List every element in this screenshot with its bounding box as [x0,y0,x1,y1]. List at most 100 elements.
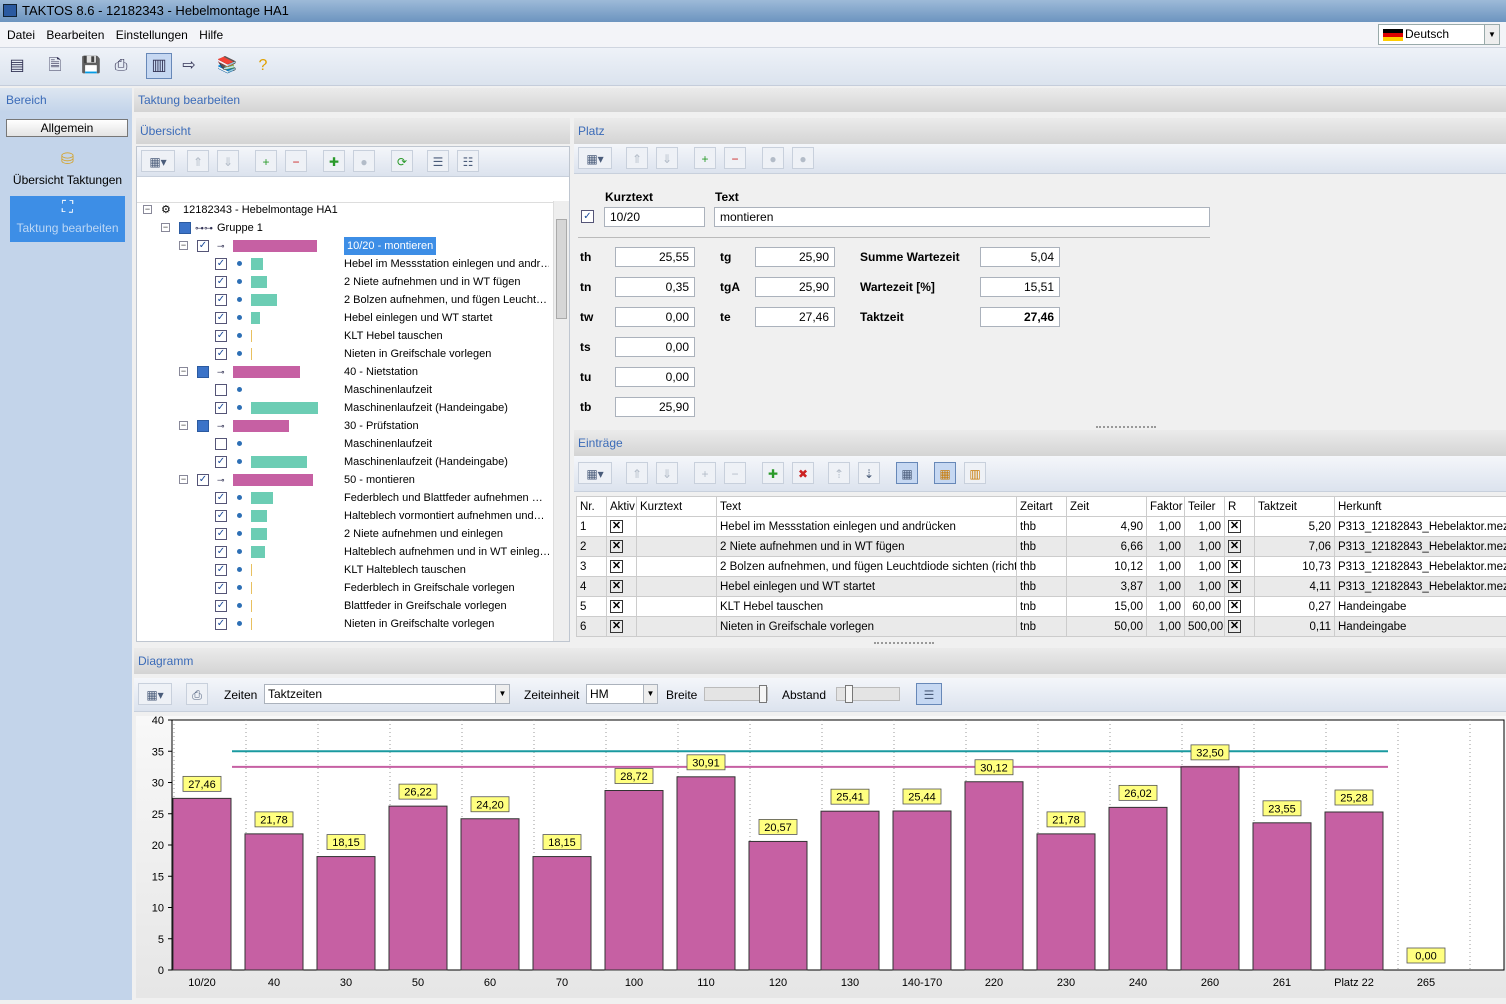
collapse-icon[interactable]: − [179,241,188,250]
row-checkbox[interactable]: ✓ [215,564,227,576]
table-cell[interactable]: 15,00 [1066,596,1147,617]
disabled-icon[interactable]: ● [762,147,784,169]
move-down-icon[interactable]: ⇓ [656,462,678,484]
cell-checkbox[interactable]: ✕ [610,560,623,573]
move-up-icon[interactable]: ⇑ [626,462,648,484]
tree-step-row[interactable]: ✓ Blattfeder in Greifschale vorlegen [137,597,553,615]
table-cell[interactable]: thb [1016,516,1067,537]
table-cell[interactable]: 5 [576,596,607,617]
row-checkbox[interactable]: ✓ [215,600,227,612]
collapse-all-icon[interactable]: ☷ [457,150,479,172]
table-cell[interactable]: 1,00 [1146,596,1185,617]
table-row[interactable]: 6 ✕ Nieten in Greifschale vorlegen tnb 50,00… [576,616,1506,637]
slider-thumb[interactable] [759,685,767,703]
books-icon[interactable]: 📚 [214,53,240,79]
tree-step-row[interactable]: ✓ 2 Bolzen aufnehmen, und fügen Leucht… [137,291,553,309]
sort-down-icon[interactable]: ⇣ [858,462,880,484]
add-station-icon[interactable]: ✚ [323,150,345,172]
kurztext-field[interactable]: 10/20 [604,207,705,227]
table-cell[interactable]: 1 [576,516,607,537]
move-up-icon[interactable]: ⇑ [626,147,648,169]
row-checkbox[interactable]: ✓ [215,330,227,342]
column-header[interactable]: Taktzeit [1254,496,1335,517]
nav-uebersicht-taktungen[interactable]: ⛁ Übersicht Taktungen [10,148,125,194]
column-header[interactable]: Kurztext [636,496,717,517]
column-header[interactable]: Text [716,496,1017,517]
cell-checkbox[interactable]: ✕ [610,580,623,593]
table-cell[interactable]: Nieten in Greifschale vorlegen [716,616,1017,637]
entries-table[interactable]: Nr. Aktiv Kurztext Text Zeitart Zeit Faktor Tei… [576,496,1506,637]
language-select[interactable]: Deutsch ▼ [1378,24,1500,45]
menu-bearbeiten[interactable]: Bearbeiten [42,22,108,48]
move-down-icon[interactable]: ⇓ [656,147,678,169]
add-disabled-icon[interactable]: + [694,462,716,484]
tree-step-row[interactable]: ✓ Nieten in Greifschale vorlegen [137,345,553,363]
table-cell[interactable]: 3,87 [1066,576,1147,597]
text-field[interactable]: montieren [714,207,1210,227]
tree-step-row[interactable]: Maschinenlaufzeit [137,381,553,399]
tree-step-row[interactable]: ✓ KLT Halteblech tauschen [137,561,553,579]
row-checkbox[interactable] [215,438,227,450]
time-value-field[interactable]: 0,35 [615,277,695,297]
row-checkbox[interactable]: ✓ [215,582,227,594]
row-checkbox[interactable]: ✓ [215,348,227,360]
time-value-field[interactable]: 27,46 [980,307,1060,327]
collapse-icon[interactable]: − [143,205,152,214]
table-cell[interactable]: 60,00 [1184,596,1225,617]
tree-step-row[interactable]: ✓ Federblech in Greifschale vorlegen [137,579,553,597]
row-checkbox[interactable]: ✓ [215,546,227,558]
cell-checkbox[interactable]: ✕ [610,600,623,613]
platz-active-checkbox[interactable]: ✓ [581,210,594,223]
time-value-field[interactable]: 0,00 [615,337,695,357]
row-checkbox[interactable]: ✓ [215,276,227,288]
table-cell[interactable]: 4,90 [1066,516,1147,537]
time-value-field[interactable]: 5,04 [980,247,1060,267]
table-cell[interactable]: P313_12182843_Hebelaktor.mez [1334,516,1506,537]
chart-view-icon[interactable]: ▥ [146,53,172,79]
cell-checkbox[interactable]: ✕ [1228,520,1241,533]
time-value-field[interactable]: 0,00 [615,307,695,327]
cell-checkbox[interactable]: ✕ [1228,600,1241,613]
remove-disabled-icon[interactable]: − [724,462,746,484]
table-cell[interactable]: 0,11 [1254,616,1335,637]
new-document-icon[interactable]: 🗎 [42,53,68,79]
row-checkbox[interactable]: ✓ [215,528,227,540]
help-icon[interactable]: ? [250,53,276,79]
row-checkbox[interactable] [197,366,209,378]
cell-checkbox[interactable]: ✕ [610,540,623,553]
table-cell[interactable]: 1,00 [1146,576,1185,597]
time-value-field[interactable]: 15,51 [980,277,1060,297]
table-cell[interactable]: P313_12182843_Hebelaktor.mez [1334,576,1506,597]
table-cell[interactable]: 1,00 [1146,536,1185,557]
row-checkbox[interactable] [215,384,227,396]
table-row[interactable]: 1 ✕ Hebel im Messstation einlegen und andr… [576,516,1506,537]
time-value-field[interactable]: 25,90 [755,277,835,297]
time-value-field[interactable]: 25,90 [615,397,695,417]
splitter-handle[interactable] [874,642,934,644]
layout-icon[interactable]: ▤ [4,53,30,79]
table-cell[interactable]: P313_12182843_Hebelaktor.mez [1334,536,1506,557]
table-cell[interactable]: 1,00 [1146,616,1185,637]
column-header[interactable]: Zeitart [1016,496,1067,517]
table-cell[interactable]: P313_12182843_Hebelaktor.mez [1334,556,1506,577]
tree-step-row[interactable]: ✓ Hebel im Messstation einlegen und andr… [137,255,553,273]
table-cell[interactable]: KLT Hebel tauschen [716,596,1017,617]
tree-station-row[interactable]: − ⊸ 40 - Nietstation [137,363,553,381]
table-cell[interactable]: 4 [576,576,607,597]
column-view-icon[interactable]: ▥ [964,462,986,484]
tree-step-row[interactable]: ✓ Halteblech aufnehmen und in WT einleg… [137,543,553,561]
slider-thumb[interactable] [845,685,853,703]
table-cell[interactable]: 6 [576,616,607,637]
cell-checkbox[interactable]: ✕ [610,520,623,533]
table-cell[interactable]: thb [1016,536,1067,557]
table-cell[interactable]: Hebel einlegen und WT startet [716,576,1017,597]
table-cell[interactable]: thb [1016,576,1067,597]
column-header[interactable]: Herkunft [1334,496,1506,517]
table-cell[interactable]: 2 [576,536,607,557]
row-checkbox[interactable]: ✓ [215,510,227,522]
column-header[interactable]: Nr. [576,496,607,517]
column-header[interactable]: Faktor [1146,496,1185,517]
view-menu-icon[interactable]: ▦▾ [578,147,612,169]
breite-slider[interactable] [704,685,768,703]
nav-taktung-bearbeiten[interactable]: ⛶ Taktung bearbeiten [10,196,125,242]
